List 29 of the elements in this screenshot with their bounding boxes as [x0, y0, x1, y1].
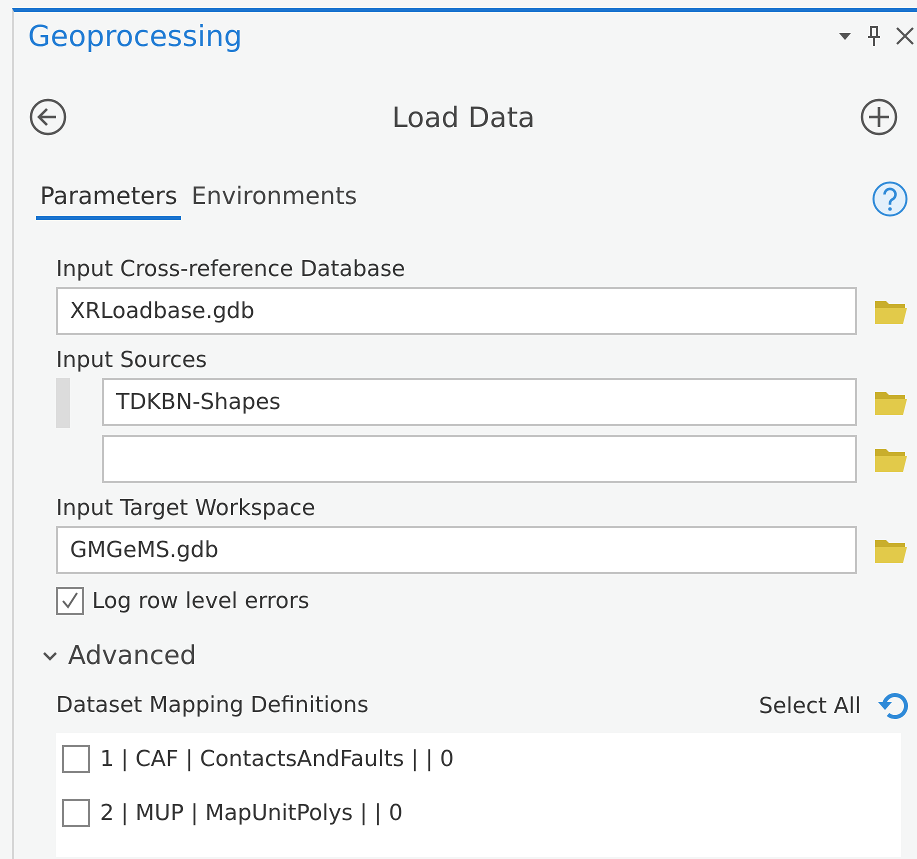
advanced-section-header[interactable]: Advanced [28, 641, 196, 671]
tab[interactable]: Parameters [36, 178, 182, 220]
close-icon[interactable] [895, 26, 915, 46]
list-item-label: 1 | CAF | ContactsAndFaults | | 0 [100, 746, 454, 772]
parameter-label: Input Cross-reference Database [56, 256, 406, 284]
checkbox[interactable] [56, 587, 84, 615]
pin-icon[interactable] [867, 25, 881, 47]
tool-title: Load Data [392, 100, 535, 134]
panel-title: Geoprocessing [28, 19, 242, 53]
refresh-icon[interactable] [877, 690, 911, 722]
dropdown-icon[interactable] [837, 31, 853, 41]
tab[interactable]: Environments [187, 178, 362, 220]
input-field[interactable]: TDKBN-Shapes [102, 378, 857, 426]
checkbox-label: Log row level errors [92, 588, 310, 614]
list-label: Dataset Mapping Definitions [56, 692, 369, 720]
input-field[interactable] [102, 435, 857, 483]
input-field[interactable]: GMGeMS.gdb [56, 526, 857, 574]
parameter-label: Input Sources [56, 347, 208, 375]
back-icon[interactable] [28, 97, 68, 137]
parameter-label: Input Target Workspace [56, 495, 316, 523]
chevron-icon [42, 650, 58, 662]
drag-handle[interactable] [56, 378, 70, 428]
input-field[interactable]: XRLoadbase.gdb [56, 287, 857, 335]
checkbox[interactable] [62, 799, 90, 827]
help-icon[interactable] [871, 180, 909, 218]
checkbox[interactable] [62, 745, 90, 773]
select-all-link[interactable]: Select All [758, 694, 861, 718]
add-icon[interactable] [859, 97, 899, 137]
list-item-label: 2 | MUP | MapUnitPolys | | 0 [100, 800, 403, 826]
